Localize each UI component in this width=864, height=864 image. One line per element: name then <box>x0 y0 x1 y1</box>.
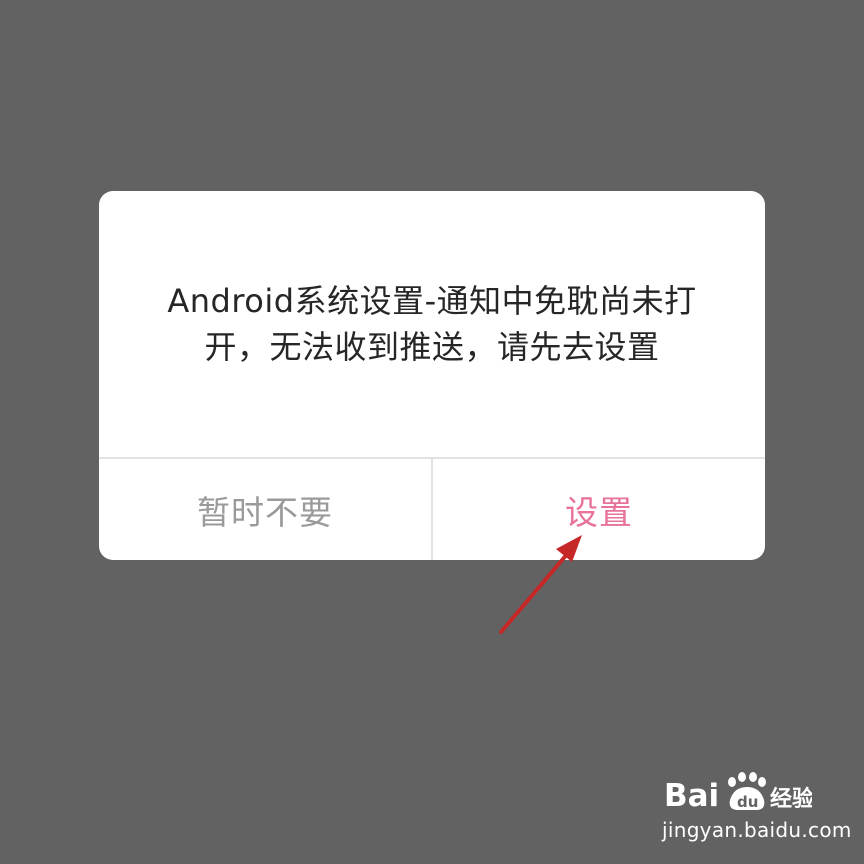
svg-text:du: du <box>737 793 758 811</box>
red-arrow-icon <box>499 535 582 634</box>
baidu-jingyan-watermark: Bai du 经验 jingyan.baidu.com <box>662 770 852 850</box>
baidu-jingyan-logo: Bai du 经验 <box>662 770 812 816</box>
svg-text:经验: 经验 <box>770 786 812 812</box>
baidu-paw-logo-icon: Bai du 经验 <box>664 772 812 814</box>
watermark-url: jingyan.baidu.com <box>662 818 852 842</box>
svg-text:Bai: Bai <box>664 778 719 814</box>
